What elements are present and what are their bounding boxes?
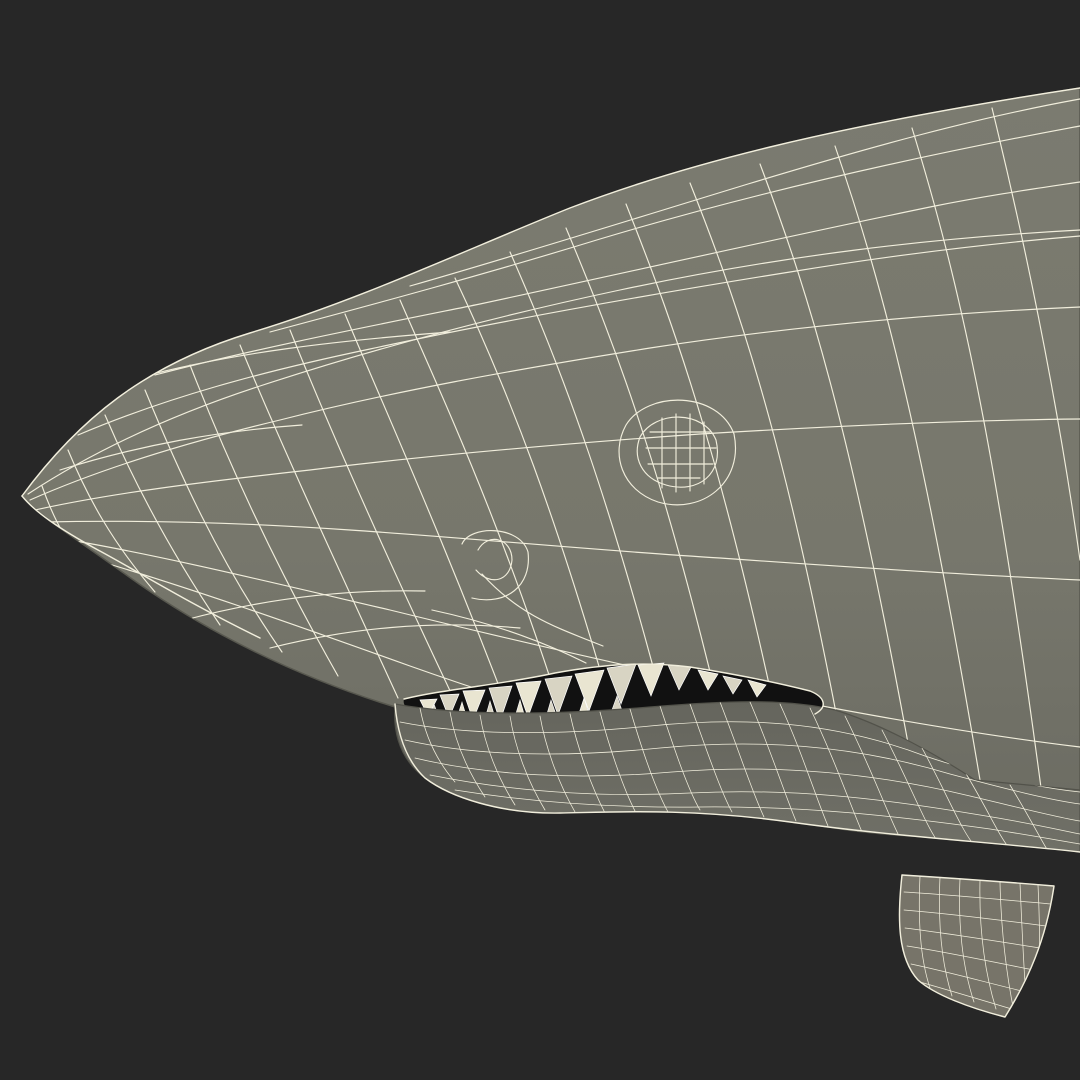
viewport xyxy=(0,0,1080,1080)
pectoral-fin-surface xyxy=(898,874,1055,1018)
shark-head xyxy=(21,87,1080,1018)
model-render xyxy=(21,87,1080,1018)
